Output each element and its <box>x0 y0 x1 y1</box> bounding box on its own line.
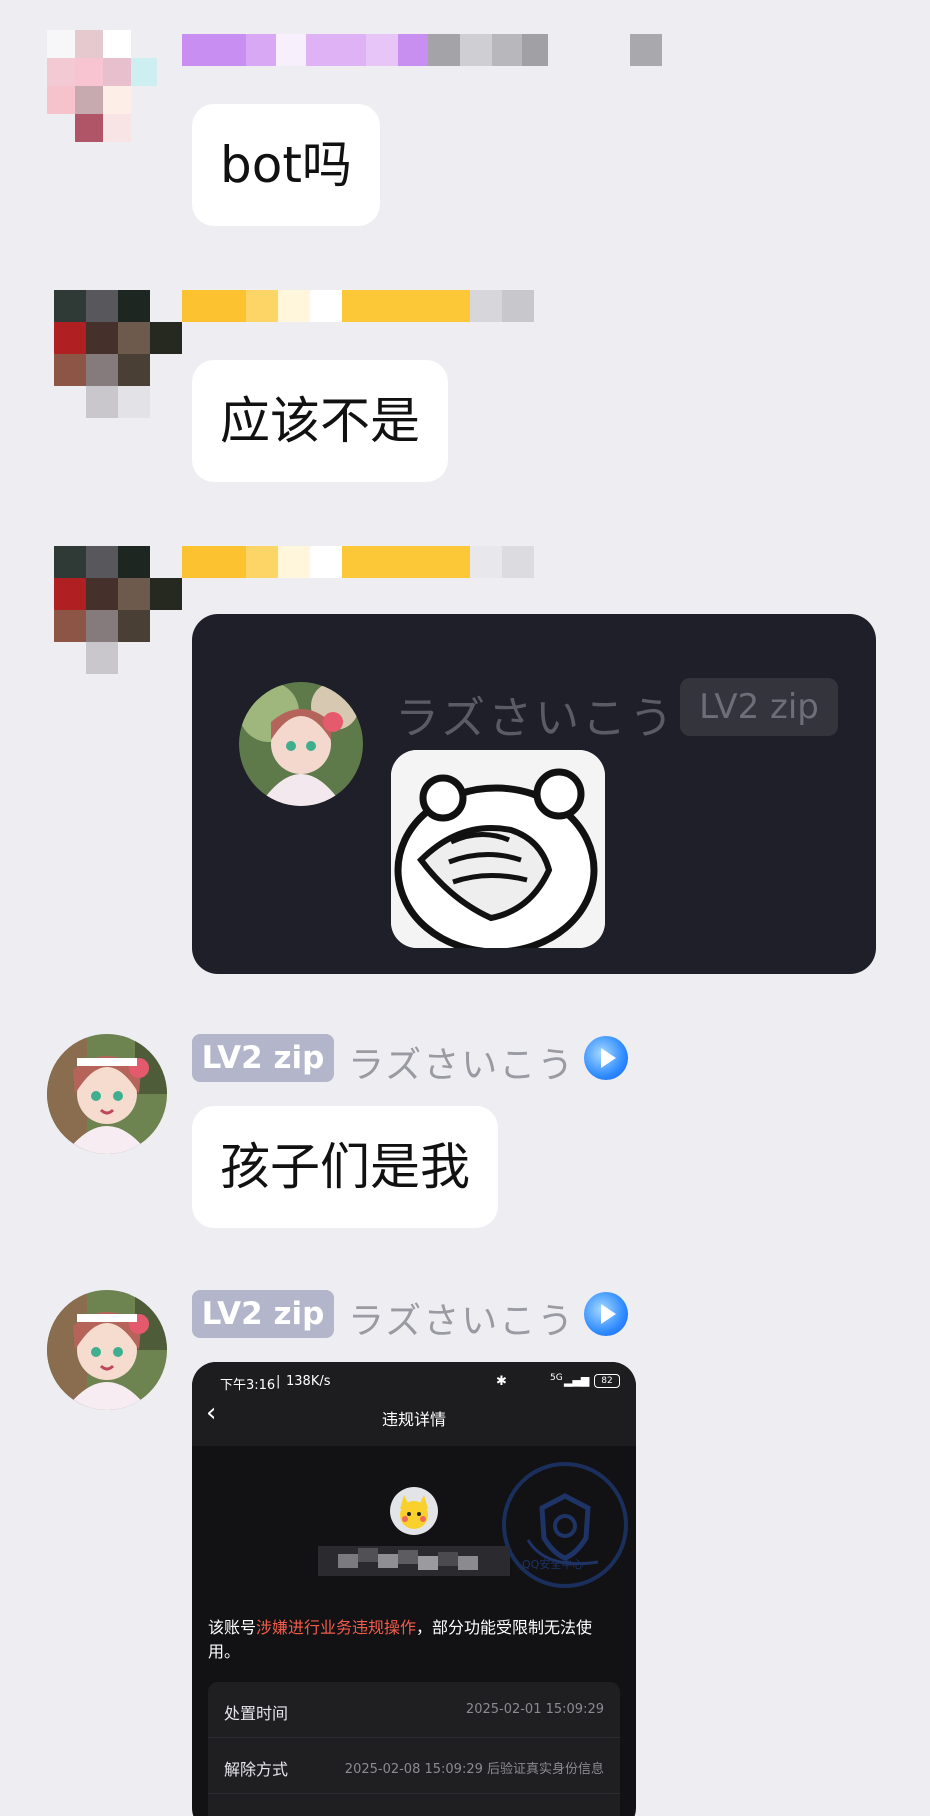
play-icon[interactable] <box>584 1292 628 1336</box>
sender-name[interactable]: ラズさいこう <box>348 1036 575 1088</box>
forwarded-level-badge: LV2 zip <box>680 678 838 736</box>
message-text: 孩子们是我 <box>220 1138 470 1196</box>
detail-label: 解除方式 <box>224 1760 289 1779</box>
avatar-pixelated[interactable] <box>54 290 182 418</box>
watermark-text: QQ安全中心 <box>522 1558 584 1571</box>
forwarded-avatar <box>239 682 363 806</box>
signal-icon: ▂▄▆ <box>564 1374 590 1387</box>
sender-avatar[interactable] <box>47 1034 167 1154</box>
status-time: 下午3:16 <box>220 1378 276 1393</box>
notice-text: 该账号涉嫌进行业务违规操作，部分功能受限制无法使用。 <box>208 1616 620 1664</box>
shield-watermark-icon: QQ安全中心 <box>502 1462 628 1588</box>
battery-icon: 82 <box>594 1374 620 1388</box>
detail-value: 2025-02-01 15:09:29 <box>465 1702 604 1717</box>
screenshot-title: 违规详情 <box>381 1410 446 1429</box>
bear-facepalm-icon[interactable] <box>391 750 605 948</box>
forwarded-message-card[interactable]: ラズさいこう LV2 zip <box>192 614 876 974</box>
details-panel: 处置时间 2025-02-01 15:09:29 解除方式 2025-02-08… <box>208 1682 620 1816</box>
play-icon[interactable] <box>584 1036 628 1080</box>
status-bar: 下午3:16 | 138K/s ✱ 5G ▂▄▆ 82 ‹ 违规详情 <box>192 1362 636 1446</box>
sender-name-pixelated <box>182 34 662 66</box>
sender-avatar[interactable] <box>47 1290 167 1410</box>
level-badge: LV2 zip <box>192 1034 334 1082</box>
avatar-pixelated[interactable] <box>54 546 182 674</box>
detail-row: 解除方式 2025-02-08 15:09:29 后验证真实身份信息 <box>208 1738 620 1794</box>
level-badge: LV2 zip <box>192 1290 334 1338</box>
message-text: bot吗 <box>220 136 352 194</box>
sender-name-pixelated <box>182 546 534 578</box>
notice-prefix: 该账号 <box>208 1618 257 1637</box>
forwarded-username: ラズさいこう <box>395 693 677 744</box>
sender-name[interactable]: ラズさいこう <box>348 1292 575 1344</box>
sender-name-pixelated <box>182 290 534 322</box>
notice-highlight: 涉嫌进行业务违规操作 <box>256 1618 417 1637</box>
bluetooth-icon: ✱ <box>496 1374 507 1389</box>
message-bubble[interactable]: bot吗 <box>192 104 380 226</box>
avatar-pixelated[interactable] <box>47 30 157 142</box>
account-avatar <box>390 1487 438 1535</box>
battery-level: 82 <box>601 1376 613 1386</box>
status-separator: | <box>276 1374 281 1389</box>
message-bubble[interactable]: 孩子们是我 <box>192 1106 498 1228</box>
message-bubble[interactable]: 应该不是 <box>192 360 448 482</box>
detail-value: 2025-02-08 15:09:29 后验证真实身份信息 <box>344 1762 604 1777</box>
account-name-pixelated <box>318 1546 510 1576</box>
network-label: 5G <box>550 1373 563 1383</box>
detail-row: 处置时间 2025-02-01 15:09:29 <box>208 1682 620 1738</box>
screenshot-image[interactable]: 下午3:16 | 138K/s ✱ 5G ▂▄▆ 82 ‹ 违规详情 QQ安全中… <box>192 1362 636 1816</box>
detail-label: 处置时间 <box>224 1704 289 1723</box>
status-speed: 138K/s <box>286 1374 331 1389</box>
message-text: 应该不是 <box>220 392 420 450</box>
